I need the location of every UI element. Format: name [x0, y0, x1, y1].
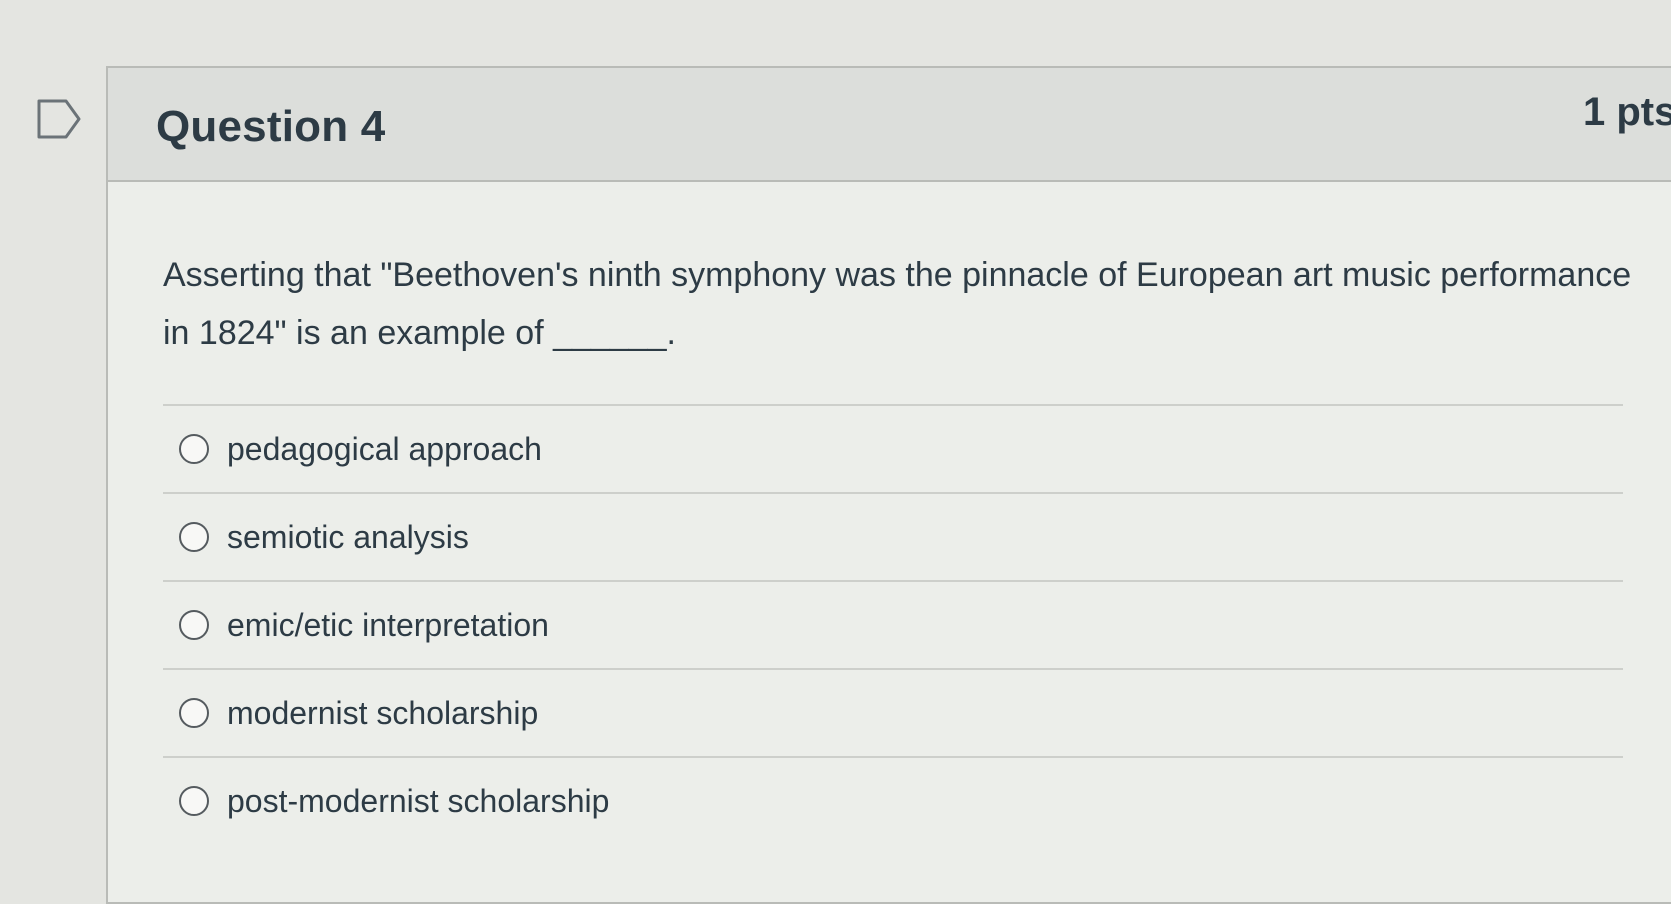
- answer-option[interactable]: post-modernist scholarship: [163, 758, 1623, 844]
- answer-label: pedagogical approach: [227, 430, 542, 467]
- answer-option[interactable]: modernist scholarship: [163, 670, 1623, 758]
- question-title: Question 4: [156, 102, 386, 151]
- radio-unchecked-icon[interactable]: [179, 698, 209, 728]
- answer-label: post-modernist scholarship: [227, 782, 610, 819]
- answer-option[interactable]: emic/etic interpretation: [163, 582, 1623, 670]
- radio-unchecked-icon[interactable]: [179, 522, 209, 552]
- answer-label: emic/etic interpretation: [227, 606, 549, 643]
- question-prompt: Asserting that "Beethoven's ninth sympho…: [163, 256, 1632, 352]
- bookmark-flag-icon[interactable]: [36, 98, 82, 140]
- question-header: Question 4 1 pts: [108, 68, 1671, 182]
- radio-unchecked-icon[interactable]: [179, 610, 209, 640]
- question-points: 1 pts: [1583, 90, 1671, 134]
- answer-label: semiotic analysis: [227, 518, 469, 555]
- answer-list: pedagogical approach semiotic analysis e…: [163, 404, 1663, 844]
- radio-unchecked-icon[interactable]: [179, 786, 209, 816]
- answer-label: modernist scholarship: [227, 694, 539, 731]
- answer-option[interactable]: semiotic analysis: [163, 494, 1623, 582]
- radio-unchecked-icon[interactable]: [179, 434, 209, 464]
- answer-option[interactable]: pedagogical approach: [163, 406, 1623, 494]
- question-card: Question 4 1 pts Asserting that "Beethov…: [106, 66, 1671, 904]
